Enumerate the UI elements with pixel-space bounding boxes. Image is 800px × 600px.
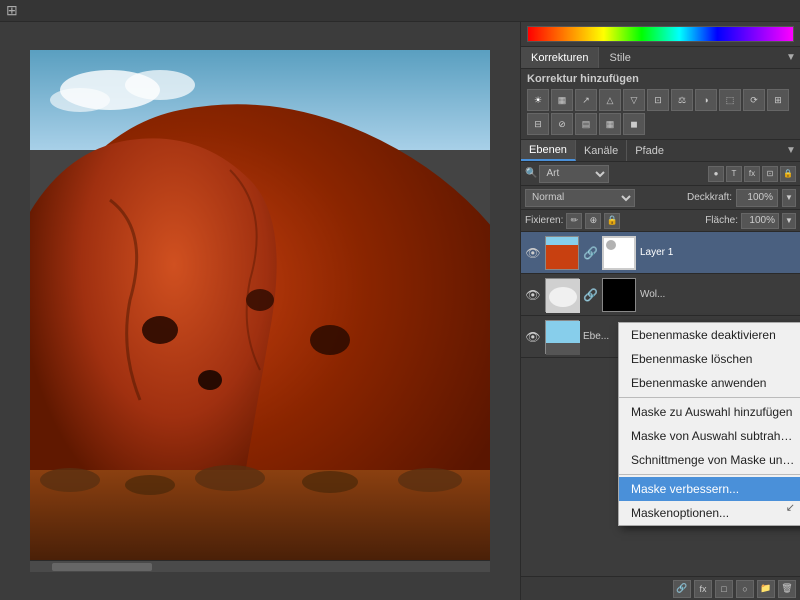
filter-icon-3[interactable]: fx bbox=[744, 166, 760, 182]
flaeche-label: Fläche: bbox=[705, 215, 738, 226]
corr-icon-selective[interactable]: ⊟ bbox=[527, 113, 549, 135]
tb-fx-btn[interactable]: fx bbox=[694, 580, 712, 598]
canvas-wrapper bbox=[30, 50, 490, 560]
corr-icon-colorbalance[interactable]: ⚖ bbox=[671, 89, 693, 111]
corr-icon-posterize[interactable]: ▤ bbox=[575, 113, 597, 135]
filter-type-select[interactable]: Art bbox=[539, 165, 609, 183]
ctx-item-intersect[interactable]: Schnittmenge von Maske und... bbox=[619, 448, 800, 472]
corr-icon-gradient[interactable]: ⊞ bbox=[767, 89, 789, 111]
fix-row: Fixieren: ✏ ⊕ 🔒 Fläche: 100% ▼ bbox=[521, 210, 800, 232]
opacity-label: Deckkraft: bbox=[687, 192, 732, 203]
ctx-item-mask-options[interactable]: Maskenoptionen... bbox=[619, 501, 800, 525]
panel-menu-btn[interactable]: ▼ bbox=[782, 47, 800, 68]
canvas-hscroll[interactable] bbox=[30, 560, 490, 572]
filter-icon-4[interactable]: ⊡ bbox=[762, 166, 778, 182]
tab-korrekturen[interactable]: Korrekturen bbox=[521, 47, 599, 68]
gradient-section bbox=[521, 22, 800, 47]
ctx-separator-2 bbox=[619, 474, 800, 475]
layer-2-thumb bbox=[545, 278, 579, 312]
ctx-separator-1 bbox=[619, 397, 800, 398]
tab-kanaele[interactable]: Kanäle bbox=[576, 140, 627, 161]
filter-search-icon: 🔍 bbox=[525, 168, 537, 179]
tb-adjustment-btn[interactable]: ○ bbox=[736, 580, 754, 598]
context-menu: Ebenenmaske deaktivieren Ebenenmaske lös… bbox=[618, 322, 800, 526]
korrekturen-tabs: Korrekturen Stile ▼ bbox=[521, 47, 800, 69]
gradient-bar bbox=[527, 26, 794, 42]
ctx-item-add-to-selection[interactable]: Maske zu Auswahl hinzufügen bbox=[619, 400, 800, 424]
correction-title: Korrektur hinzufügen bbox=[527, 73, 794, 85]
layer-2-eye[interactable]: 👁 bbox=[525, 287, 541, 303]
opacity-stepper[interactable]: ▼ bbox=[782, 189, 796, 207]
canvas-area bbox=[0, 22, 520, 600]
layer-3-eye[interactable]: 👁 bbox=[525, 329, 541, 345]
layers-panel-menu[interactable]: ▼ bbox=[782, 140, 800, 161]
tab-ebenen[interactable]: Ebenen bbox=[521, 140, 576, 161]
corr-icon-hsl[interactable]: ⊡ bbox=[647, 89, 669, 111]
fix-btn-2[interactable]: ⊕ bbox=[585, 213, 601, 229]
corr-icon-gradient2[interactable]: ◼ bbox=[623, 113, 645, 135]
layer-mask-chain-2: 🔗 bbox=[583, 288, 598, 302]
tab-stile[interactable]: Stile bbox=[599, 47, 640, 68]
fix-btn-3[interactable]: 🔒 bbox=[604, 213, 620, 229]
layer-1-thumb bbox=[545, 236, 579, 270]
corr-icon-invert[interactable]: ⊘ bbox=[551, 113, 573, 135]
layer-1-eye[interactable]: 👁 bbox=[525, 245, 541, 261]
layer-3-thumb bbox=[545, 320, 579, 354]
filter-icon-1[interactable]: ● bbox=[708, 166, 724, 182]
layer-2-name: Wol... bbox=[640, 289, 796, 300]
correction-section: Korrektur hinzufügen ☀ ▦ ↗ △ ▽ ⊡ ⚖ ◑ ⬚ ⟳… bbox=[521, 69, 800, 140]
filter-icon-2[interactable]: T bbox=[726, 166, 742, 182]
blend-mode-select[interactable]: Normal bbox=[525, 189, 635, 207]
top-strip: ⊞ bbox=[0, 0, 800, 22]
corr-icon-threshold[interactable]: ▦ bbox=[599, 113, 621, 135]
corr-icon-curves[interactable]: ↗ bbox=[575, 89, 597, 111]
layers-toolbar: 🔗 fx □ ○ 📁 🗑 bbox=[521, 576, 800, 600]
flaeche-stepper[interactable]: ▼ bbox=[782, 213, 796, 229]
layer-1-name: Layer 1 bbox=[640, 247, 796, 258]
corr-icon-bw[interactable]: ◑ bbox=[695, 89, 717, 111]
tb-group-btn[interactable]: 📁 bbox=[757, 580, 775, 598]
ctx-item-delete[interactable]: Ebenenmaske löschen bbox=[619, 347, 800, 371]
top-strip-icon: ⊞ bbox=[6, 2, 18, 19]
corr-icon-levels[interactable]: ▦ bbox=[551, 89, 573, 111]
ctx-item-apply[interactable]: Ebenenmaske anwenden bbox=[619, 371, 800, 395]
layer-1-mask bbox=[602, 236, 636, 270]
layer-item-2[interactable]: 👁 🔗 Wol... bbox=[521, 274, 800, 316]
corr-icon-channel[interactable]: ⟳ bbox=[743, 89, 765, 111]
ctx-cursor-indicator: ↙ bbox=[786, 501, 795, 514]
filter-icon-5[interactable]: 🔒 bbox=[780, 166, 796, 182]
ctx-item-deactivate[interactable]: Ebenenmaske deaktivieren bbox=[619, 323, 800, 347]
blend-row: Normal Deckkraft: 100% ▼ bbox=[521, 186, 800, 210]
ctx-item-subtract[interactable]: Maske von Auswahl subtrahie... bbox=[619, 424, 800, 448]
tb-mask-btn[interactable]: □ bbox=[715, 580, 733, 598]
flaeche-input[interactable]: 100% bbox=[741, 213, 779, 229]
ctx-item-refine-mask[interactable]: Maske verbessern... bbox=[619, 477, 800, 501]
opacity-input[interactable]: 100% bbox=[736, 189, 778, 207]
layers-tabs-bar: Ebenen Kanäle Pfade ▼ bbox=[521, 140, 800, 162]
tb-link-btn[interactable]: 🔗 bbox=[673, 580, 691, 598]
layer-item-1[interactable]: 👁 🔗 Layer 1 bbox=[521, 232, 800, 274]
layer-mask-chain-1: 🔗 bbox=[583, 246, 598, 260]
filter-row: 🔍 Art ● T fx ⊡ 🔒 bbox=[521, 162, 800, 186]
tab-pfade[interactable]: Pfade bbox=[627, 140, 672, 161]
tb-delete-btn[interactable]: 🗑 bbox=[778, 580, 796, 598]
fix-label: Fixieren: bbox=[525, 215, 563, 226]
layer-2-mask bbox=[602, 278, 636, 312]
corr-icon-brightness[interactable]: ☀ bbox=[527, 89, 549, 111]
fix-btn-1[interactable]: ✏ bbox=[566, 213, 582, 229]
canvas-image bbox=[30, 50, 490, 560]
corr-icon-vibrance[interactable]: ▽ bbox=[623, 89, 645, 111]
corr-icon-exposure[interactable]: △ bbox=[599, 89, 621, 111]
hscroll-thumb[interactable] bbox=[52, 563, 152, 571]
corr-icon-photo[interactable]: ⬚ bbox=[719, 89, 741, 111]
